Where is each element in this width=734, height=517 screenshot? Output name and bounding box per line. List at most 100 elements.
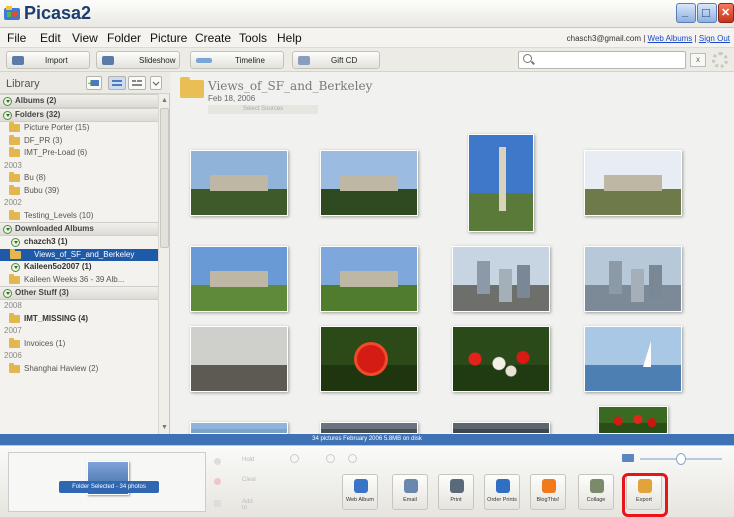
photo-subject [340, 175, 398, 191]
photo-thumbnail[interactable] [452, 326, 550, 392]
email-button[interactable]: Email [392, 474, 428, 510]
title-bar: Picasa2 _ □ ✕ [0, 0, 734, 28]
menu-tools[interactable]: Tools [239, 31, 267, 45]
photo-thumbnail[interactable] [190, 422, 288, 434]
menu-create[interactable]: Create [195, 31, 231, 45]
library-folder[interactable]: IMT_Pre-Load (6) [0, 147, 158, 160]
tree-view-button[interactable] [108, 76, 126, 90]
library-row-label: Picture Porter (15) [24, 123, 90, 132]
minimize-button[interactable]: _ [676, 3, 696, 23]
photo-thumbnail[interactable] [320, 422, 418, 434]
menu-folder[interactable]: Folder [107, 31, 141, 45]
library-folder[interactable]: DF_PR (3) [0, 134, 158, 148]
photo-thumbnail[interactable] [320, 150, 418, 216]
library-folder[interactable]: Testing_Levels (10) [0, 209, 158, 223]
close-button[interactable]: ✕ [718, 3, 734, 23]
photo-thumbnail[interactable] [584, 150, 682, 216]
menu-file[interactable]: File [7, 31, 26, 45]
web-album-button[interactable]: Web Album [342, 474, 378, 510]
gear-icon[interactable] [712, 52, 728, 68]
search-input[interactable] [518, 51, 686, 69]
library-scrollbar[interactable]: ▲ ▼ [158, 94, 169, 434]
scroll-down-icon[interactable]: ▼ [160, 423, 169, 432]
photo-thumbnail[interactable] [584, 246, 682, 312]
expand-toggle-icon[interactable] [11, 263, 20, 272]
photo-thumbnail[interactable] [320, 326, 418, 392]
print-button[interactable]: Print [438, 474, 474, 510]
photo-thumbnail[interactable] [584, 326, 682, 392]
library-folder[interactable]: chazch3 (1) [0, 236, 158, 249]
gift-cd-button[interactable]: Gift CD [292, 51, 380, 69]
library-header: Library + [0, 72, 170, 94]
photo-subject [477, 261, 491, 295]
library-row-label: Kaileen Weeks 36 - 39 Alb... [24, 274, 125, 284]
photo-thumbnail[interactable] [452, 246, 550, 312]
thumbnail-size-icon [622, 454, 634, 462]
library-folder[interactable]: Invoices (1) [0, 337, 158, 351]
library-folder[interactable]: Kaileen5o2007 (1) [0, 261, 158, 274]
expand-toggle-icon[interactable] [3, 111, 12, 120]
photo-thumbnail[interactable] [320, 246, 418, 312]
library-row-label: 2007 [4, 326, 22, 335]
web-albums-link[interactable]: Web Albums [648, 34, 693, 43]
expand-toggle-icon[interactable] [11, 238, 20, 247]
photo-grid: Views_of_SF_and_Berkeley Feb 18, 2006 Se… [172, 72, 734, 434]
scroll-up-icon[interactable]: ▲ [160, 96, 169, 105]
library-panel: Library + Albums (2) Folders (32) Picture … [0, 72, 170, 434]
menu-view[interactable]: View [72, 31, 98, 45]
library-folder[interactable]: Kaileen Weeks 36 - 39 Alb... [0, 273, 158, 287]
library-row-label: Bu (8) [24, 173, 46, 182]
thumbnail-size-knob[interactable] [676, 453, 686, 465]
rotate-right-icon[interactable] [326, 454, 335, 463]
photo-ground [453, 429, 549, 433]
library-folder[interactable]: Bubu (39) [0, 184, 158, 198]
collage-button[interactable]: Collage [578, 474, 614, 510]
view-menu-button[interactable] [150, 76, 162, 90]
folder-title[interactable]: Views_of_SF_and_Berkeley [208, 79, 372, 93]
library-folder[interactable]: IMT_MISSING (4) [0, 312, 158, 326]
menu-help[interactable]: Help [277, 31, 302, 45]
photo-subject [607, 413, 663, 429]
timeline-button[interactable]: Timeline [190, 51, 284, 69]
photo-thumbnail[interactable] [468, 134, 534, 232]
account-separator: | [694, 34, 697, 43]
expand-toggle-icon[interactable] [3, 97, 12, 106]
library-folder[interactable]: Picture Porter (15) [0, 122, 158, 135]
import-button[interactable]: Import [6, 51, 90, 69]
scroll-thumb[interactable] [160, 108, 169, 248]
library-folder[interactable]: Shanghai Haview (2) [0, 362, 158, 376]
order-prints-button[interactable]: Order Prints [484, 474, 520, 510]
printer-icon [450, 479, 464, 493]
library-section[interactable]: Folders (32) [0, 108, 158, 122]
sign-out-link[interactable]: Sign Out [699, 34, 730, 43]
blog-this-button[interactable]: BlogThis! [530, 474, 566, 510]
library-folder[interactable]: Bu (8) [0, 172, 158, 185]
clear-search-button[interactable]: x [690, 53, 706, 67]
photo-ground [191, 189, 287, 215]
photo-thumbnail[interactable] [452, 422, 550, 434]
add-to-icon [214, 500, 221, 507]
expand-toggle-icon[interactable] [3, 225, 12, 234]
star-icon[interactable] [348, 454, 357, 463]
photo-sky [585, 247, 681, 287]
photo-thumbnail[interactable] [598, 406, 668, 434]
library-section[interactable]: Downloaded Albums [0, 222, 158, 236]
flat-view-button[interactable] [128, 76, 146, 90]
photo-thumbnail[interactable] [190, 150, 288, 216]
add-album-button[interactable]: + [86, 76, 102, 90]
expand-toggle-icon[interactable] [3, 289, 12, 298]
menu-edit[interactable]: Edit [40, 31, 61, 45]
maximize-button[interactable]: □ [697, 3, 717, 23]
blog-this-label: BlogThis! [536, 497, 560, 503]
photo-thumbnail[interactable] [190, 246, 288, 312]
rotate-left-icon[interactable] [290, 454, 299, 463]
library-section[interactable]: Albums (2) [0, 94, 158, 108]
slideshow-button[interactable]: Slideshow [96, 51, 180, 69]
photo-thumbnail[interactable] [190, 326, 288, 392]
library-section[interactable]: Other Stuff (3) [0, 286, 158, 300]
library-row-label: Views_of_SF_and_Berkeley [34, 249, 135, 259]
folder-action-button[interactable]: Select Sources [208, 105, 318, 114]
library-folder[interactable]: Views_of_SF_and_Berkeley [0, 248, 158, 261]
timeline-icon [196, 58, 212, 63]
menu-picture[interactable]: Picture [150, 31, 187, 45]
